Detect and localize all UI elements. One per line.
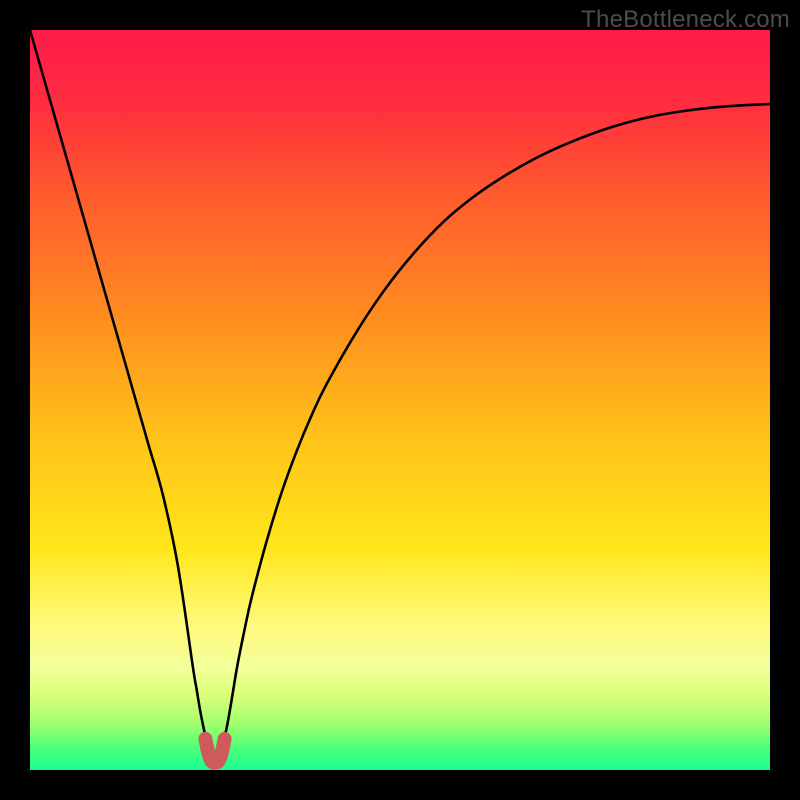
- chart-svg: [30, 30, 770, 770]
- chart-background-gradient: [30, 30, 770, 770]
- chart-frame: TheBottleneck.com: [0, 0, 800, 800]
- chart-plot-area: [30, 30, 770, 770]
